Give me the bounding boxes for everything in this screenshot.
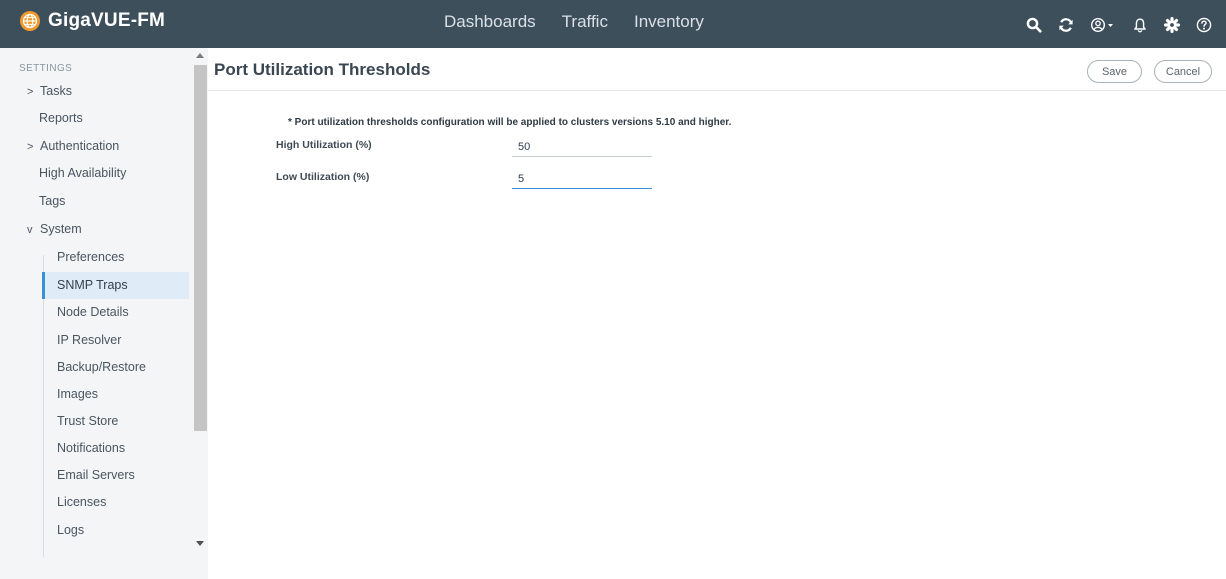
sidebar-item-label: Reports: [39, 111, 83, 125]
chevron-right-icon: >: [27, 86, 34, 98]
sidebar-subitem-images[interactable]: Images: [42, 381, 189, 408]
sidebar-subitem-licenses[interactable]: Licenses: [42, 489, 189, 516]
bell-icon[interactable]: [1132, 14, 1148, 36]
sidebar-item-reports[interactable]: Reports: [39, 105, 83, 132]
nav-inventory[interactable]: Inventory: [634, 12, 704, 32]
help-icon[interactable]: [1196, 14, 1212, 36]
sidebar-subitem-email-servers[interactable]: Email Servers: [42, 462, 189, 489]
top-icons: [1010, 14, 1212, 36]
top-nav: Dashboards Traffic Inventory: [444, 12, 730, 32]
high-utilization-label: High Utilization (%): [276, 139, 372, 151]
search-icon[interactable]: [1026, 14, 1042, 36]
sidebar-item-label: Tasks: [40, 84, 72, 98]
version-notice: * Port utilization thresholds configurat…: [288, 117, 732, 128]
sidebar-item-tags[interactable]: Tags: [39, 188, 65, 215]
sidebar-subitem-preferences[interactable]: Preferences: [42, 244, 189, 271]
brand[interactable]: GigaVUE-FM: [19, 10, 165, 32]
user-menu-icon[interactable]: [1090, 14, 1116, 36]
brand-name: GigaVUE-FM: [48, 10, 166, 31]
sidebar-subitem-backup-restore[interactable]: Backup/Restore: [42, 354, 189, 381]
sidebar-subitem-logs[interactable]: Logs: [42, 517, 189, 544]
low-utilization-label: Low Utilization (%): [276, 171, 370, 183]
sidebar-item-authentication[interactable]: > Authentication: [27, 133, 119, 160]
low-utilization-input[interactable]: [512, 169, 652, 189]
refresh-icon[interactable]: [1058, 14, 1074, 36]
page-header: Port Utilization Thresholds Save Cancel: [208, 48, 1226, 91]
sidebar-subitem-trust-store[interactable]: Trust Store: [42, 408, 189, 435]
top-bar: GigaVUE-FM Dashboards Traffic Inventory: [0, 0, 1226, 48]
chevron-down-icon: v: [27, 224, 33, 236]
gear-icon[interactable]: [1164, 14, 1180, 36]
sidebar-scroll-thumb[interactable]: [194, 65, 207, 431]
sidebar-item-high-availability[interactable]: High Availability: [39, 160, 126, 187]
cancel-button[interactable]: Cancel: [1154, 60, 1212, 83]
sidebar-subitem-node-details[interactable]: Node Details: [42, 299, 189, 326]
nav-traffic[interactable]: Traffic: [562, 12, 608, 32]
settings-sidebar: SETTINGS > Tasks Reports > Authentication …: [0, 48, 208, 579]
scroll-up-arrow-icon[interactable]: [196, 53, 204, 58]
sidebar-subitem-ip-resolver[interactable]: IP Resolver: [42, 327, 189, 354]
save-button[interactable]: Save: [1087, 60, 1142, 83]
chevron-right-icon: >: [27, 141, 34, 153]
page-title: Port Utilization Thresholds: [214, 60, 431, 79]
globe-logo-icon: [20, 11, 40, 31]
main-content: Port Utilization Thresholds Save Cancel …: [208, 48, 1226, 579]
sidebar-item-label: Authentication: [40, 139, 120, 153]
sidebar-subitem-notifications[interactable]: Notifications: [42, 435, 189, 462]
sidebar-item-label: High Availability: [39, 166, 127, 180]
scroll-down-arrow-icon[interactable]: [196, 541, 204, 546]
sidebar-item-system[interactable]: v System: [27, 216, 82, 243]
sidebar-subitem-snmp-traps[interactable]: SNMP Traps: [42, 272, 189, 299]
sidebar-item-label: Tags: [39, 194, 66, 208]
sidebar-section-label: SETTINGS: [19, 63, 73, 74]
nav-dashboards[interactable]: Dashboards: [444, 12, 536, 32]
sidebar-item-tasks[interactable]: > Tasks: [27, 78, 72, 105]
high-utilization-input[interactable]: [512, 137, 652, 157]
sidebar-item-label: System: [40, 222, 82, 236]
